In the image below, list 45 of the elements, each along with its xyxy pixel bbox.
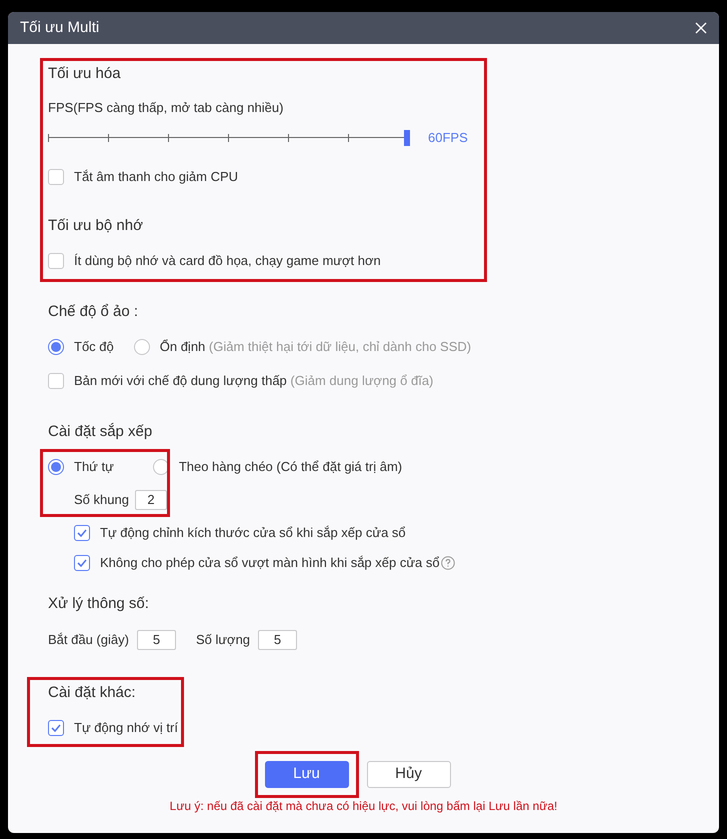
section-heading: Chế độ ổ ảo : <box>48 302 140 322</box>
cancel-button[interactable]: Hủy <box>366 761 450 788</box>
frame-count-field[interactable]: 2 <box>134 490 167 510</box>
option-label: Tự động chỉnh kích thước cửa sổ khi sắp xếp cửa sổ <box>100 524 406 542</box>
fps-slider[interactable] <box>48 130 410 146</box>
option-label: Bản mới với chế độ dung lượng thấp (Giảm dung lượng ổ đĩa) <box>74 372 434 390</box>
option-label: Tự động nhớ vị trí <box>74 719 178 737</box>
checkmark-icon <box>77 559 87 567</box>
checkmark-icon <box>51 724 61 732</box>
checkbox[interactable] <box>48 373 64 389</box>
radio-button[interactable] <box>48 339 64 355</box>
number-field[interactable]: 5 <box>258 630 298 650</box>
section-heading: Tối ưu bộ nhớ <box>48 216 144 236</box>
help-icon[interactable] <box>440 556 455 570</box>
checkbox[interactable] <box>48 169 64 185</box>
option-label: Ít dùng bộ nhớ và card đồ họa, chạy game mượt hơn <box>74 252 381 270</box>
radio-button[interactable] <box>48 459 64 475</box>
checkbox[interactable] <box>48 720 64 736</box>
radio-label: Theo hàng chéo (Có thể đặt giá trị âm) <box>178 458 402 476</box>
slider-thumb[interactable] <box>404 130 410 146</box>
save-button[interactable]: Lưu <box>264 761 348 788</box>
window-title: Tối ưu Multi <box>20 18 100 38</box>
radio-label: Tốc độ <box>74 338 114 356</box>
section-heading: Tối ưu hóa <box>48 64 122 84</box>
checkbox[interactable] <box>48 253 64 269</box>
warning-note: Lưu ý: nếu đã cài đặt mà chưa có hiệu lực, vui lòng bấm lại Lưu lần nữa! <box>168 798 558 814</box>
field-label: Số lượng <box>196 631 250 649</box>
fps-reading: 60FPS <box>428 129 468 147</box>
option-label: Không cho phép cửa sổ vượt màn hình khi sắp xếp cửa sổ <box>100 554 440 572</box>
fps-label: FPS(FPS càng thấp, mở tab càng nhiều) <box>48 99 284 117</box>
close-icon[interactable] <box>695 22 707 34</box>
section-heading: Xử lý thông số: <box>48 594 150 614</box>
radio-button[interactable] <box>134 339 150 355</box>
radio-label: Thứ tự <box>74 458 114 476</box>
radio-label: Ổn định (Giảm thiệt hại tới dữ liệu, chỉ dành cho SSD) <box>160 338 472 356</box>
field-label: Số khung <box>74 491 129 509</box>
radio-button[interactable] <box>152 459 169 475</box>
field-label: Bắt đầu (giây) <box>48 631 129 649</box>
checkbox[interactable] <box>74 525 90 541</box>
option-label: Tắt âm thanh cho giảm CPU <box>74 168 238 186</box>
number-field[interactable]: 5 <box>136 630 176 650</box>
checkmark-icon <box>77 529 87 537</box>
section-heading: Cài đặt khác: <box>48 683 137 703</box>
checkbox[interactable] <box>74 555 90 571</box>
section-heading: Cài đặt sắp xếp <box>48 422 154 442</box>
